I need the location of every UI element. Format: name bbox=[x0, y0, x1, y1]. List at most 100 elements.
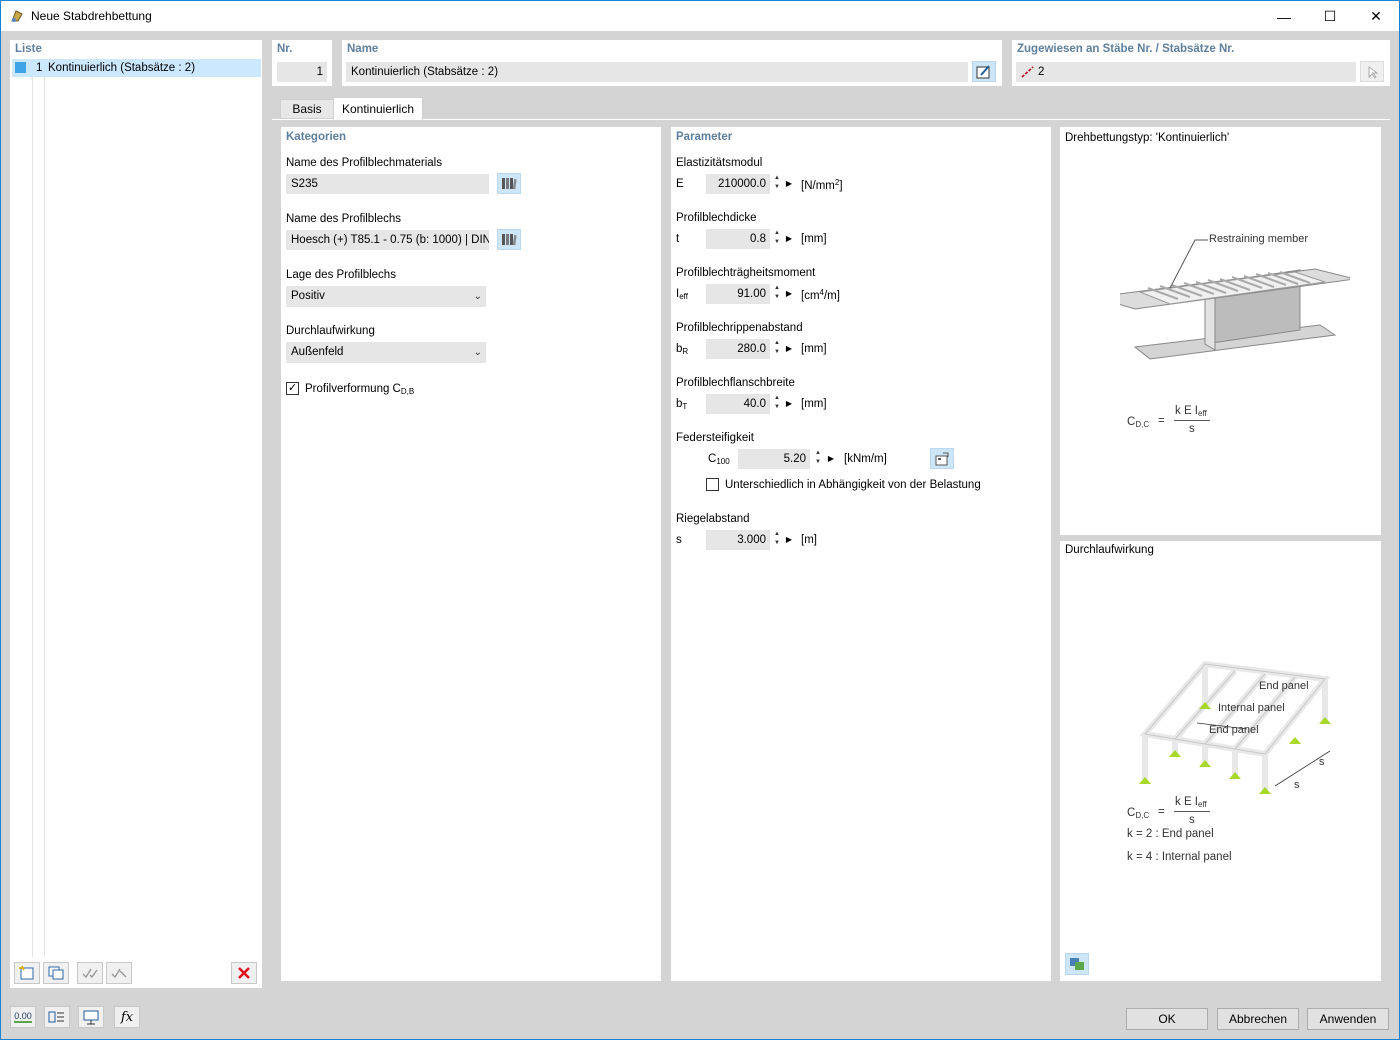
c-spinner[interactable]: ▲ ▼ bbox=[812, 449, 824, 469]
name-field[interactable]: Kontinuierlich (Stabsätze : 2) bbox=[346, 62, 968, 82]
uncheck-icon bbox=[111, 968, 127, 979]
s-spinner[interactable]: ▲ ▼ bbox=[771, 530, 783, 550]
c-input[interactable]: 5.20 bbox=[738, 449, 810, 469]
title-bar: Neue Stabdrehbettung — ☐ ✕ bbox=[0, 0, 1400, 31]
material-label: Name des Profilblechmaterials bbox=[286, 157, 442, 169]
library-icon bbox=[502, 178, 517, 190]
nr-header: Nr. bbox=[277, 43, 293, 55]
i-input[interactable]: 91.00 bbox=[706, 284, 770, 304]
c-variable-checkbox[interactable] bbox=[706, 478, 719, 491]
material-field[interactable]: S235 bbox=[286, 174, 489, 194]
bt-group-label: Profilblechflanschbreite bbox=[676, 377, 795, 389]
bt-spinner[interactable]: ▲ ▼ bbox=[771, 394, 783, 414]
s-menu-arrow[interactable]: ▶ bbox=[784, 530, 794, 550]
maximize-button[interactable]: ☐ bbox=[1307, 1, 1353, 32]
minimize-icon: — bbox=[1277, 8, 1291, 25]
name-panel: Name Kontinuierlich (Stabsätze : 2) bbox=[342, 40, 1002, 86]
formula-eq: = bbox=[1158, 415, 1165, 427]
kategorien-panel: Kategorien Name des Profilblechmaterials… bbox=[281, 127, 661, 981]
minimize-button[interactable]: — bbox=[1261, 1, 1307, 32]
bt-menu-arrow[interactable]: ▶ bbox=[784, 394, 794, 414]
graphics-button[interactable] bbox=[1065, 953, 1089, 975]
formula-eq: = bbox=[1158, 806, 1165, 818]
assigned-header: Zugewiesen an Stäbe Nr. / Stabsätze Nr. bbox=[1017, 43, 1235, 55]
c-variable-label: Unterschiedlich in Abhängigkeit von der … bbox=[725, 479, 981, 491]
tab-kontinuierlich[interactable]: Kontinuierlich bbox=[333, 97, 423, 120]
assigned-field[interactable]: 2 bbox=[1016, 62, 1356, 82]
maximize-icon: ☐ bbox=[1323, 8, 1337, 24]
material-library-button[interactable] bbox=[497, 173, 521, 194]
e-menu-arrow[interactable]: ▶ bbox=[784, 174, 794, 194]
e-spinner[interactable]: ▲ ▼ bbox=[771, 174, 783, 194]
end-panel-label-bottom: End panel bbox=[1209, 724, 1259, 736]
b-unit: [mm] bbox=[801, 343, 827, 355]
restraining-member-illustration bbox=[1120, 239, 1350, 360]
graphics-icon bbox=[1070, 958, 1084, 970]
spacing-s-label: s bbox=[1319, 756, 1325, 768]
apply-button[interactable]: Anwenden bbox=[1307, 1008, 1389, 1030]
tab-basis[interactable]: Basis bbox=[280, 99, 334, 119]
t-input[interactable]: 0.8 bbox=[706, 229, 770, 249]
e-input[interactable]: 210000.0 bbox=[706, 174, 770, 194]
e-symbol: E bbox=[676, 178, 684, 190]
assigned-panel: Zugewiesen an Stäbe Nr. / Stabsätze Nr. … bbox=[1012, 40, 1390, 86]
s-input[interactable]: 3.000 bbox=[706, 530, 770, 550]
formula-button[interactable]: fx bbox=[114, 1006, 140, 1028]
nr-field[interactable]: 1 bbox=[277, 62, 327, 82]
member-set-icon bbox=[1021, 66, 1034, 78]
cancel-button[interactable]: Abbrechen bbox=[1217, 1008, 1299, 1030]
i-symbol: Ieff bbox=[676, 288, 688, 301]
text-format-button[interactable] bbox=[44, 1006, 70, 1028]
t-spinner[interactable]: ▲ ▼ bbox=[771, 229, 783, 249]
function-icon: fx bbox=[120, 1009, 134, 1025]
i-spinner[interactable]: ▲ ▼ bbox=[771, 284, 783, 304]
view-button[interactable] bbox=[78, 1006, 104, 1028]
b-group-label: Profilblechrippenabstand bbox=[676, 322, 803, 334]
color-swatch-icon bbox=[15, 62, 26, 73]
formula-denominator: s bbox=[1189, 423, 1195, 435]
e-group-label: Elastizitätsmodul bbox=[676, 157, 763, 169]
list-panel: Liste 1 Kontinuierlich (Stabsätze : 2) bbox=[10, 40, 262, 988]
pick-members-button[interactable] bbox=[1360, 61, 1384, 82]
chevron-down-icon: ⌄ bbox=[473, 291, 482, 302]
copy-item-icon bbox=[48, 966, 64, 980]
b-menu-arrow[interactable]: ▶ bbox=[784, 339, 794, 359]
check-button[interactable] bbox=[77, 962, 103, 984]
list-item-nr: 1 bbox=[36, 62, 43, 74]
end-panel-label-top: End panel bbox=[1259, 680, 1309, 692]
lage-select[interactable]: Positiv ⌄ bbox=[286, 286, 486, 307]
lage-label: Lage des Profilblechs bbox=[286, 269, 396, 281]
b-input[interactable]: 280.0 bbox=[706, 339, 770, 359]
close-button[interactable]: ✕ bbox=[1353, 1, 1399, 32]
parameter-header: Parameter bbox=[676, 131, 733, 143]
profil-library-button[interactable] bbox=[497, 229, 521, 250]
units-icon: 0.00 bbox=[14, 1011, 32, 1023]
durchlauf-diagram-title: Durchlaufwirkung bbox=[1065, 544, 1154, 556]
t-menu-arrow[interactable]: ▶ bbox=[784, 229, 794, 249]
i-menu-arrow[interactable]: ▶ bbox=[784, 284, 794, 304]
b-symbol: bR bbox=[676, 343, 689, 356]
nr-panel: Nr. 1 bbox=[272, 40, 332, 86]
list-item-label: Kontinuierlich (Stabsätze : 2) bbox=[48, 62, 196, 74]
uncheck-button[interactable] bbox=[106, 962, 132, 984]
c-menu-arrow[interactable]: ▶ bbox=[826, 449, 836, 469]
bt-input[interactable]: 40.0 bbox=[706, 394, 770, 414]
parameter-panel: Parameter Elastizitätsmodul E 210000.0 ▲… bbox=[671, 127, 1051, 981]
c-calc-button[interactable] bbox=[930, 448, 954, 469]
edit-name-button[interactable] bbox=[972, 61, 996, 82]
copy-item-button[interactable] bbox=[43, 962, 69, 984]
verformung-checkbox[interactable]: ✓ bbox=[286, 382, 299, 395]
profil-label: Name des Profilblechs bbox=[286, 213, 402, 225]
window-title: Neue Stabdrehbettung bbox=[31, 9, 152, 23]
delete-button[interactable] bbox=[231, 962, 257, 984]
durchlauf-select[interactable]: Außenfeld ⌄ bbox=[286, 342, 486, 363]
list-header: Liste bbox=[15, 43, 42, 55]
ok-button[interactable]: OK bbox=[1126, 1008, 1208, 1030]
b-spinner[interactable]: ▲ ▼ bbox=[771, 339, 783, 359]
list-item[interactable]: 1 Kontinuierlich (Stabsätze : 2) bbox=[12, 59, 261, 77]
pick-cursor-icon bbox=[1368, 65, 1379, 79]
profil-field[interactable]: Hoesch (+) T85.1 - 0.75 (b: 1000) | DIN … bbox=[286, 230, 489, 250]
new-item-button[interactable] bbox=[14, 962, 40, 984]
check-icon bbox=[82, 968, 98, 979]
units-button[interactable]: 0.00 bbox=[10, 1006, 36, 1028]
